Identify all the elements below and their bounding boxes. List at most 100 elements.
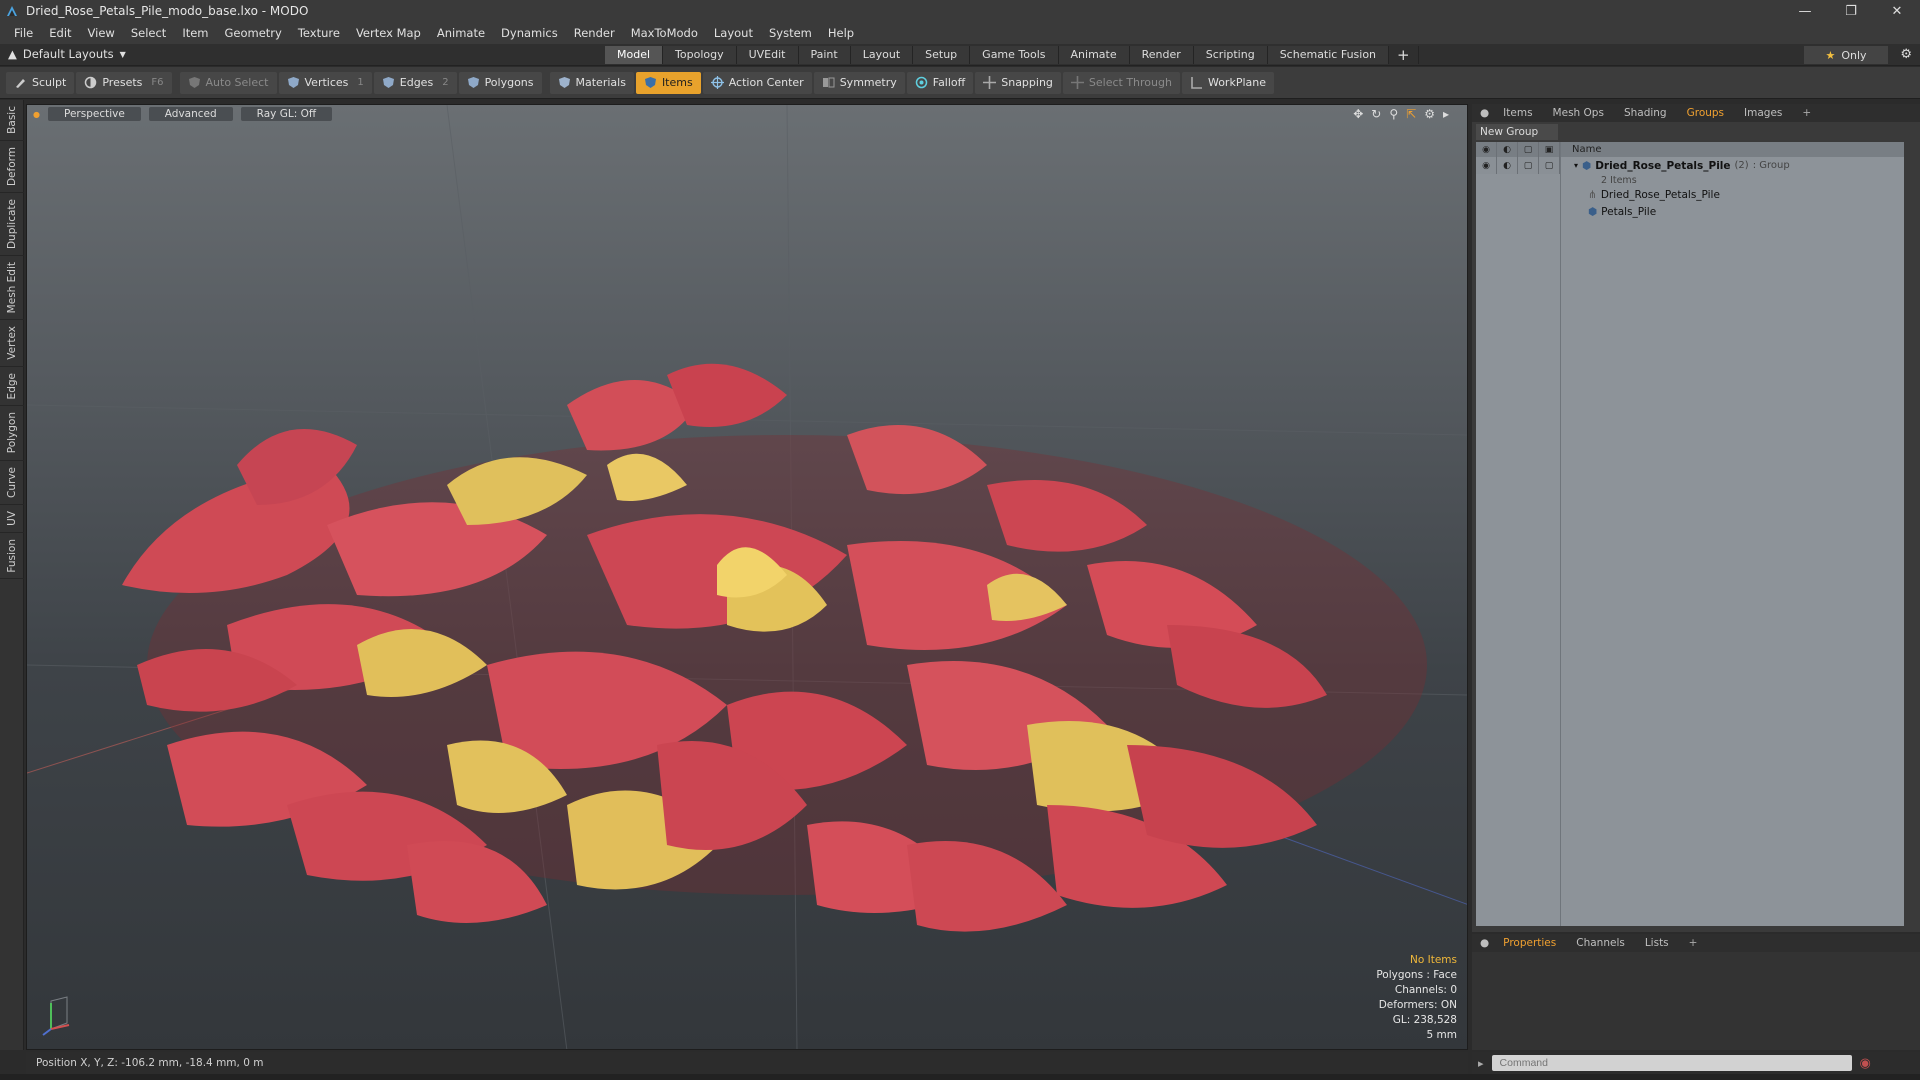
- menu-system[interactable]: System: [761, 26, 820, 40]
- menu-help[interactable]: Help: [820, 26, 862, 40]
- menu-maxtomodo[interactable]: MaxToModo: [623, 26, 706, 40]
- add-tab-icon[interactable]: +: [1389, 46, 1419, 64]
- lock-toggle-icon[interactable]: ▢: [1518, 157, 1539, 174]
- tab-animate[interactable]: Animate: [1058, 46, 1130, 64]
- collapse-arrow-icon[interactable]: ▾: [1574, 161, 1578, 170]
- visibility-toggle-icon[interactable]: ◉: [1476, 157, 1497, 174]
- vtab-deform[interactable]: Deform: [0, 141, 24, 193]
- menu-dynamics[interactable]: Dynamics: [493, 26, 566, 40]
- tab-layout[interactable]: Layout: [850, 46, 914, 64]
- add-panel-tab-icon[interactable]: +: [1792, 107, 1821, 119]
- rose-petals-model[interactable]: [122, 363, 1427, 932]
- select-through-button[interactable]: Select Through: [1062, 71, 1180, 94]
- auto-select-button[interactable]: Auto Select: [179, 71, 277, 94]
- polygons-button[interactable]: Polygons: [458, 71, 542, 94]
- viewport-gear-icon[interactable]: ⚙: [1424, 107, 1435, 121]
- menu-vertex-map[interactable]: Vertex Map: [348, 26, 429, 40]
- lock-column-icon[interactable]: ▢: [1518, 142, 1539, 157]
- symmetry-button[interactable]: Symmetry: [813, 71, 905, 94]
- tab-properties[interactable]: Properties: [1493, 937, 1566, 949]
- render-toggle-icon[interactable]: ◐: [1497, 157, 1518, 174]
- vtab-edge[interactable]: Edge: [0, 367, 24, 407]
- close-button[interactable]: ✕: [1874, 0, 1920, 22]
- tab-images[interactable]: Images: [1734, 107, 1792, 119]
- groups-list-header: ◉ ◐ ▢ ▣ Name: [1476, 142, 1904, 157]
- snapping-button[interactable]: Snapping: [975, 71, 1061, 94]
- menu-animate[interactable]: Animate: [429, 26, 493, 40]
- menu-select[interactable]: Select: [123, 26, 174, 40]
- expand-arrow-icon[interactable]: ▸: [1443, 107, 1449, 121]
- shading-mode-button[interactable]: Advanced: [148, 107, 233, 121]
- fit-icon[interactable]: ⇱: [1406, 107, 1416, 121]
- menu-file[interactable]: File: [6, 26, 41, 40]
- select-column-icon[interactable]: ▣: [1539, 142, 1560, 157]
- deformers-info: Deformers: ON: [1378, 999, 1457, 1011]
- vtab-uv[interactable]: UV: [0, 505, 24, 533]
- pan-icon[interactable]: ✥: [1353, 107, 1363, 121]
- tab-topology[interactable]: Topology: [663, 46, 737, 64]
- menu-texture[interactable]: Texture: [290, 26, 348, 40]
- select-toggle-icon[interactable]: ▢: [1539, 157, 1560, 174]
- menu-view[interactable]: View: [80, 26, 123, 40]
- vtab-mesh-edit[interactable]: Mesh Edit: [0, 256, 24, 321]
- panel-menu-icon[interactable]: ●: [1476, 107, 1493, 119]
- vtab-polygon[interactable]: Polygon: [0, 406, 24, 461]
- view-mode-button[interactable]: Perspective: [47, 107, 141, 121]
- tab-mesh-ops[interactable]: Mesh Ops: [1543, 107, 1614, 119]
- vtab-vertex[interactable]: Vertex: [0, 320, 24, 367]
- tab-render[interactable]: Render: [1129, 46, 1194, 64]
- group-row[interactable]: ◉ ◐ ▢ ▢ ▾ ⬢ Dried_Rose_Petals_Pile (2) :…: [1476, 157, 1904, 174]
- properties-menu-icon[interactable]: ●: [1476, 937, 1493, 949]
- action-center-button[interactable]: Action Center: [702, 71, 812, 94]
- materials-button[interactable]: Materials: [549, 71, 634, 94]
- tab-channels[interactable]: Channels: [1566, 937, 1635, 949]
- list-item[interactable]: ⬢ Petals_Pile: [1476, 203, 1904, 220]
- menu-layout[interactable]: Layout: [706, 26, 761, 40]
- vtab-basic[interactable]: Basic: [0, 100, 24, 141]
- raygl-button[interactable]: Ray GL: Off: [240, 107, 333, 121]
- gear-icon[interactable]: ⚙: [1900, 47, 1912, 62]
- tab-setup[interactable]: Setup: [913, 46, 971, 64]
- zoom-icon[interactable]: ⚲: [1389, 107, 1398, 121]
- falloff-button[interactable]: Falloff: [906, 71, 974, 94]
- record-icon[interactable]: ◉: [1860, 1056, 1871, 1071]
- tab-uvedit[interactable]: UVEdit: [736, 46, 799, 64]
- new-group-button[interactable]: New Group: [1476, 124, 1558, 140]
- restore-button[interactable]: ❐: [1828, 0, 1874, 22]
- render-column-icon[interactable]: ◐: [1497, 142, 1518, 157]
- visibility-column-icon[interactable]: ◉: [1476, 142, 1497, 157]
- tab-shading[interactable]: Shading: [1614, 107, 1677, 119]
- workplane-button[interactable]: WorkPlane: [1181, 71, 1274, 94]
- edges-button[interactable]: Edges 2: [373, 71, 457, 94]
- presets-button[interactable]: Presets F6: [76, 71, 172, 94]
- only-toggle-button[interactable]: ★ Only: [1804, 46, 1888, 64]
- tab-lists[interactable]: Lists: [1635, 937, 1679, 949]
- add-properties-tab-icon[interactable]: +: [1679, 937, 1708, 949]
- tab-schematic-fusion[interactable]: Schematic Fusion: [1267, 46, 1390, 64]
- menu-render[interactable]: Render: [566, 26, 623, 40]
- vertices-button[interactable]: Vertices 1: [278, 71, 372, 94]
- command-input[interactable]: [1491, 1055, 1852, 1071]
- menu-item[interactable]: Item: [174, 26, 216, 40]
- sculpt-button[interactable]: Sculpt: [6, 71, 75, 94]
- minimize-button[interactable]: —: [1782, 0, 1828, 22]
- tab-scripting[interactable]: Scripting: [1193, 46, 1268, 64]
- items-icon: [644, 77, 656, 88]
- menu-geometry[interactable]: Geometry: [217, 26, 290, 40]
- items-button[interactable]: Items: [635, 71, 701, 94]
- vtab-duplicate[interactable]: Duplicate: [0, 193, 24, 256]
- tab-paint[interactable]: Paint: [798, 46, 851, 64]
- layout-selector[interactable]: ▲ Default Layouts ▼: [8, 47, 126, 61]
- viewport-menu-icon[interactable]: ●: [33, 110, 40, 119]
- tab-groups[interactable]: Groups: [1677, 107, 1734, 119]
- tab-game-tools[interactable]: Game Tools: [970, 46, 1059, 64]
- vtab-curve[interactable]: Curve: [0, 461, 24, 505]
- rotate-icon[interactable]: ↻: [1371, 107, 1381, 121]
- menu-edit[interactable]: Edit: [41, 26, 79, 40]
- tab-model[interactable]: Model: [605, 46, 664, 64]
- name-column-header[interactable]: Name: [1560, 144, 1602, 155]
- 3d-viewport[interactable]: ● Perspective Advanced Ray GL: Off ✥ ↻ ⚲…: [26, 104, 1468, 1050]
- list-item[interactable]: ⋔ Dried_Rose_Petals_Pile: [1476, 186, 1904, 203]
- tab-items[interactable]: Items: [1493, 107, 1542, 119]
- vtab-fusion[interactable]: Fusion: [0, 533, 24, 580]
